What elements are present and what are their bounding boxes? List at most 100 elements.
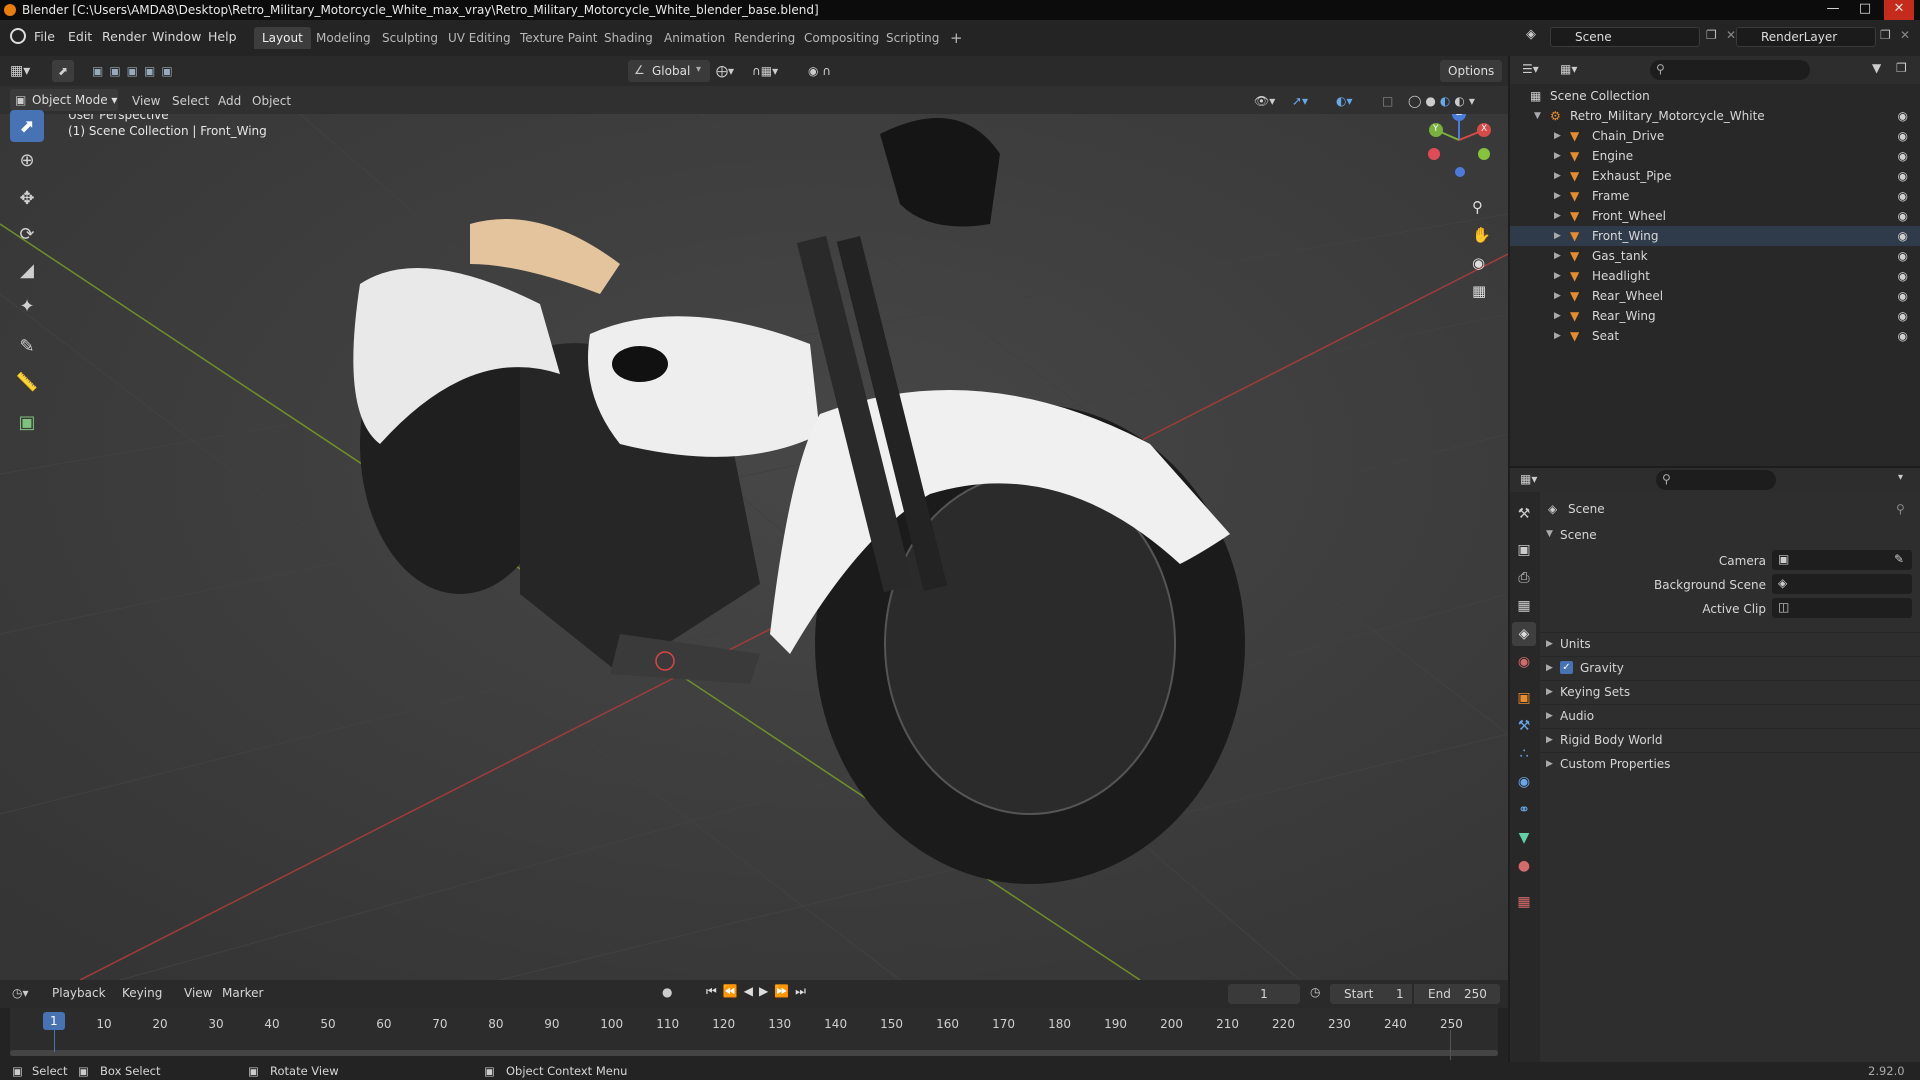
eye-icon[interactable]: ◉ xyxy=(1898,306,1908,326)
outliner-object-row[interactable]: ▶ ▼ Chain_Drive ◉ xyxy=(1510,126,1920,146)
properties-editor-type-icon[interactable]: ▦▾ xyxy=(1520,472,1537,486)
tab-shading[interactable]: Shading xyxy=(596,27,661,49)
camera-view-icon[interactable]: ◉ xyxy=(1472,254,1485,272)
properties-panel-rigid-body-world[interactable]: ▶ Rigid Body World xyxy=(1540,728,1920,750)
filter-icon[interactable]: ▼ xyxy=(1872,61,1881,75)
navigation-gizmo[interactable]: Z X Y xyxy=(1424,114,1494,178)
expand-triangle-icon[interactable]: ▶ xyxy=(1554,206,1561,226)
ortho-toggle-icon[interactable]: ▦ xyxy=(1472,282,1486,300)
material-preview-icon[interactable]: ◐ xyxy=(1440,94,1454,108)
renderlayer-remove-icon[interactable]: ✕ xyxy=(1900,28,1910,42)
scene-selector[interactable]: Scene xyxy=(1550,27,1700,47)
eye-icon[interactable]: ◉ xyxy=(1898,126,1908,146)
outliner-object-row[interactable]: ▶ ▼ Exhaust_Pipe ◉ xyxy=(1510,166,1920,186)
snap-icon[interactable]: ∩▦▾ xyxy=(752,60,778,82)
properties-panel-gravity[interactable]: ▶ ✓ Gravity xyxy=(1540,656,1920,678)
menu-window[interactable]: Window xyxy=(152,29,201,44)
outliner-object-row[interactable]: ▶ ▼ Rear_Wing ◉ xyxy=(1510,306,1920,326)
start-frame-field[interactable]: Start 1 xyxy=(1330,984,1412,1004)
expand-triangle-icon[interactable]: ▶ xyxy=(1554,226,1561,246)
eye-icon[interactable]: ◉ xyxy=(1898,226,1908,246)
tab-scripting[interactable]: Scripting xyxy=(878,27,947,49)
zoom-icon[interactable]: ⚲ xyxy=(1472,198,1483,216)
display-mode-icon[interactable]: ▦▾ xyxy=(1560,62,1577,76)
cursor-tool-icon[interactable]: ⊕ xyxy=(10,144,44,176)
tab-compositing[interactable]: Compositing xyxy=(796,27,887,49)
properties-search-input[interactable]: ⚲ xyxy=(1656,470,1776,490)
expand-triangle-icon[interactable]: ▶ xyxy=(1554,146,1561,166)
timeline-scrollbar[interactable] xyxy=(10,1050,1498,1056)
tool-tab-icon[interactable]: ⚒ xyxy=(1512,502,1536,526)
tab-rendering[interactable]: Rendering xyxy=(726,27,803,49)
minimize-button[interactable]: — xyxy=(1818,0,1848,20)
render-tab-icon[interactable]: ▣ xyxy=(1512,538,1536,562)
select-tool-icon[interactable]: ⬈ xyxy=(52,60,74,82)
pivot-point-icon[interactable]: ⨁▾ xyxy=(716,60,734,82)
expand-triangle-icon[interactable]: ▶ xyxy=(1554,246,1561,266)
texture-tab-icon[interactable]: ▦ xyxy=(1512,890,1536,914)
eyedropper-icon[interactable]: ✎ xyxy=(1894,552,1904,566)
renderlayer-selector[interactable]: RenderLayer xyxy=(1736,27,1876,47)
timeline-menu-marker[interactable]: Marker xyxy=(222,986,263,1000)
3d-viewport[interactable]: User Perspective (1) Scene Collection | … xyxy=(0,114,1508,980)
outliner-search-input[interactable]: ⚲ xyxy=(1650,60,1810,80)
selection-mode-icons[interactable]: ▣▣▣▣▣ xyxy=(92,60,179,82)
visibility-icon[interactable]: 👁▾ xyxy=(1254,90,1275,112)
eye-icon[interactable]: ◉ xyxy=(1898,186,1908,206)
xray-icon[interactable]: □ xyxy=(1382,90,1393,112)
object-mode-dropdown[interactable]: ▣ Object Mode ▾ xyxy=(10,89,118,111)
current-frame-field[interactable]: 1 xyxy=(1228,984,1300,1004)
auto-keying-icon[interactable]: ● xyxy=(662,985,672,999)
gravity-checkbox[interactable]: ✓ xyxy=(1560,661,1573,674)
pan-hand-icon[interactable]: ✋ xyxy=(1472,226,1491,244)
eye-icon[interactable]: ◉ xyxy=(1898,146,1908,166)
transform-tool-icon[interactable]: ✦ xyxy=(10,290,44,322)
transform-orientation-dropdown[interactable]: ∠ Global ▾ xyxy=(628,60,710,82)
tab-layout[interactable]: Layout xyxy=(254,27,311,49)
editor-type-icon[interactable]: ▦▾ xyxy=(10,60,30,82)
timeline-menu-playback[interactable]: Playback xyxy=(52,986,106,1000)
expand-triangle-icon[interactable]: ▶ xyxy=(1554,286,1561,306)
eye-icon[interactable]: ◉ xyxy=(1898,206,1908,226)
add-workspace-button[interactable]: + xyxy=(942,27,971,49)
eye-icon[interactable]: ◉ xyxy=(1898,286,1908,306)
renderlayer-new-icon[interactable]: ❐ xyxy=(1880,28,1891,42)
output-tab-icon[interactable]: ⎙ xyxy=(1512,566,1536,590)
outliner-object-row[interactable]: ▶ ▼ Front_Wheel ◉ xyxy=(1510,206,1920,226)
properties-panel-keying-sets[interactable]: ▶ Keying Sets xyxy=(1540,680,1920,702)
eye-icon[interactable]: ◉ xyxy=(1898,166,1908,186)
timeline-menu-view[interactable]: View xyxy=(184,986,212,1000)
scene-section-header[interactable]: ▼ Scene xyxy=(1540,524,1920,546)
chevron-down-icon[interactable]: ▾ xyxy=(1898,472,1903,483)
pin-icon[interactable]: ⚲ xyxy=(1896,502,1905,516)
eye-icon[interactable]: ◉ xyxy=(1898,106,1908,126)
timeline-editor-type-icon[interactable]: ◷▾ xyxy=(12,986,29,1000)
close-button[interactable]: ✕ xyxy=(1884,0,1914,20)
tab-texture-paint[interactable]: Texture Paint xyxy=(512,27,605,49)
playback-controls[interactable]: ⏮⏪◀▶⏩⏭ xyxy=(706,984,812,999)
outliner-scene-collection[interactable]: ▦ Scene Collection xyxy=(1510,86,1920,106)
add-cube-tool-icon[interactable]: ▣ xyxy=(10,406,44,438)
new-collection-icon[interactable]: ❐ xyxy=(1896,61,1907,75)
viewport-menu-object[interactable]: Object xyxy=(252,90,291,112)
properties-panel-custom-properties[interactable]: ▶ Custom Properties xyxy=(1540,752,1920,774)
scene-remove-icon[interactable]: ✕ xyxy=(1726,28,1736,42)
material-tab-icon[interactable]: ● xyxy=(1512,854,1536,878)
tab-uv-editing[interactable]: UV Editing xyxy=(440,27,519,49)
menu-help[interactable]: Help xyxy=(208,29,237,44)
expand-triangle-icon[interactable]: ▶ xyxy=(1554,166,1561,186)
tab-sculpting[interactable]: Sculpting xyxy=(374,27,446,49)
outliner-object-row[interactable]: ▶ ▼ Engine ◉ xyxy=(1510,146,1920,166)
eye-icon[interactable]: ◉ xyxy=(1898,246,1908,266)
proportional-edit-icon[interactable]: ◉ ∩ xyxy=(808,60,831,82)
move-tool-icon[interactable]: ✥ xyxy=(10,182,44,214)
collapse-triangle-icon[interactable]: ▼ xyxy=(1534,106,1541,126)
timeline-menu-keying[interactable]: Keying xyxy=(122,986,162,1000)
object-tab-icon[interactable]: ▣ xyxy=(1512,686,1536,710)
view-layer-tab-icon[interactable]: ▦ xyxy=(1512,594,1536,618)
preview-range-icon[interactable]: ◷ xyxy=(1310,985,1320,999)
expand-triangle-icon[interactable]: ▶ xyxy=(1554,326,1561,346)
shading-mode-icons[interactable]: ◯●◐◐▾ xyxy=(1408,90,1479,112)
expand-triangle-icon[interactable]: ▶ xyxy=(1554,126,1561,146)
physics-tab-icon[interactable]: ◉ xyxy=(1512,770,1536,794)
